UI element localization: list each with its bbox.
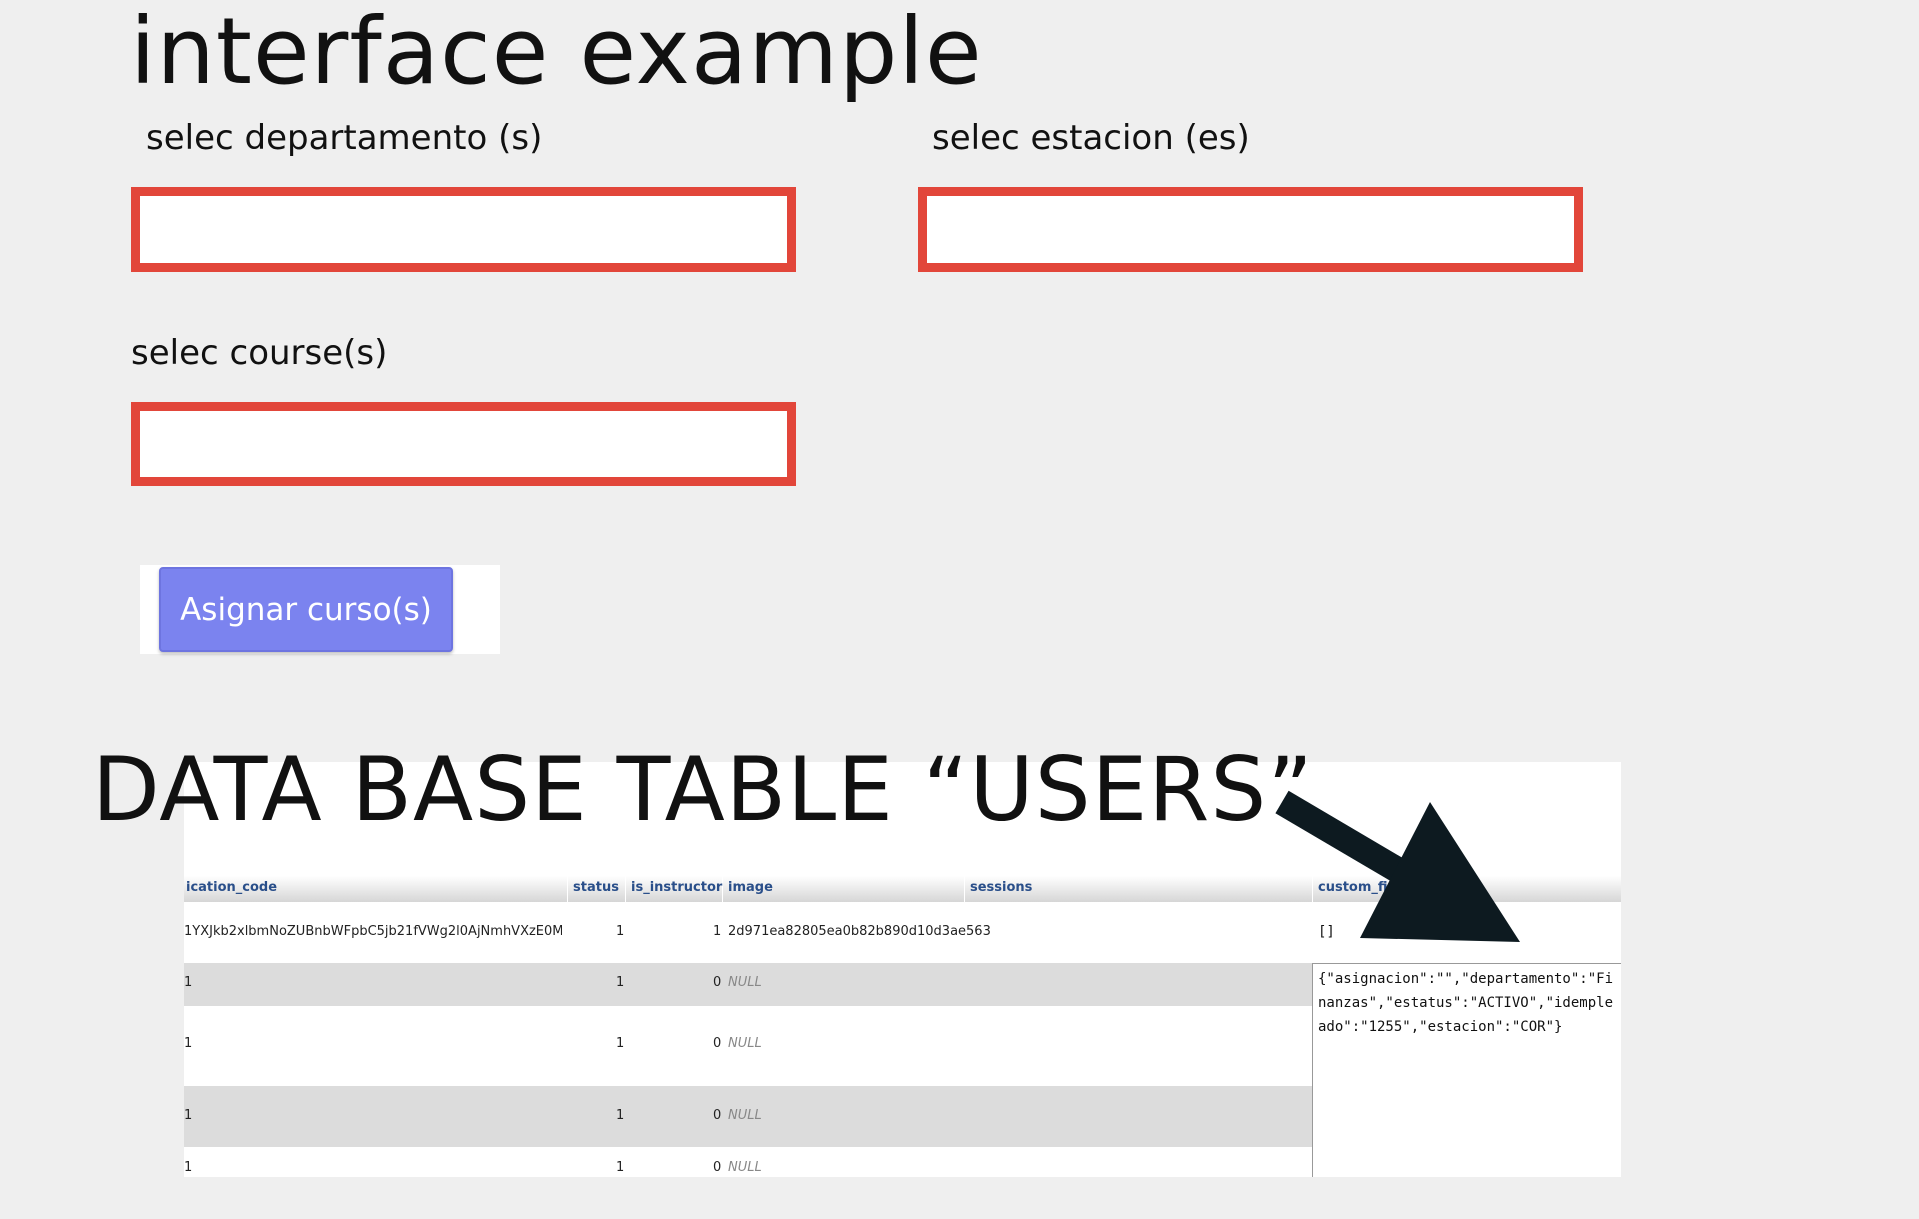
estacion-label: selec estacion (es) (932, 118, 1250, 158)
cell-code: 1 (184, 975, 193, 990)
cell-image: 2d971ea82805ea0b82b890d10d3ae563 (728, 924, 991, 939)
database-table-title: DATA BASE TABLE “USERS” (92, 738, 1314, 841)
column-divider (625, 876, 626, 902)
cell-code: 1 (184, 1160, 193, 1175)
cell-is-instructor: 0 (713, 1108, 722, 1123)
cell-code: 1 (184, 1108, 193, 1123)
arrow-icon (1275, 790, 1520, 942)
column-divider (964, 876, 965, 902)
estacion-select[interactable] (918, 187, 1583, 272)
column-header-is-instructor[interactable]: is_instructor (631, 880, 722, 895)
custom-field-editor[interactable]: {"asignacion":"","departamento":"Finanza… (1312, 963, 1621, 1177)
column-header-code[interactable]: ication_code (186, 880, 277, 895)
cell-status: 1 (616, 1108, 625, 1123)
column-header-image[interactable]: image (728, 880, 773, 895)
cell-status: 1 (616, 1036, 625, 1051)
cell-is-instructor: 0 (713, 1036, 722, 1051)
column-header-status[interactable]: status (573, 880, 619, 895)
cell-image: NULL (728, 1160, 762, 1175)
cell-code: 1YXJkb2xlbmNoZUBnbWFpbC5jb21fVWg2l0AjNmh… (184, 924, 562, 939)
cell-image: NULL (728, 1108, 762, 1123)
cell-image: NULL (728, 975, 762, 990)
cell-is-instructor: 0 (713, 1160, 722, 1175)
assign-courses-button[interactable]: Asignar curso(s) (159, 567, 453, 652)
departamento-label: selec departamento (s) (146, 118, 543, 158)
cell-code: 1 (184, 1036, 193, 1051)
cell-status: 1 (616, 924, 625, 939)
cell-status: 1 (616, 975, 625, 990)
cell-is-instructor: 1 (713, 924, 722, 939)
course-select[interactable] (131, 402, 796, 486)
column-divider (567, 876, 568, 902)
page-title: interface example (130, 0, 983, 105)
column-header-sessions[interactable]: sessions (970, 880, 1032, 895)
cell-is-instructor: 0 (713, 975, 722, 990)
course-label: selec course(s) (131, 333, 388, 373)
departamento-select[interactable] (131, 187, 796, 272)
cell-image: NULL (728, 1036, 762, 1051)
cell-status: 1 (616, 1160, 625, 1175)
